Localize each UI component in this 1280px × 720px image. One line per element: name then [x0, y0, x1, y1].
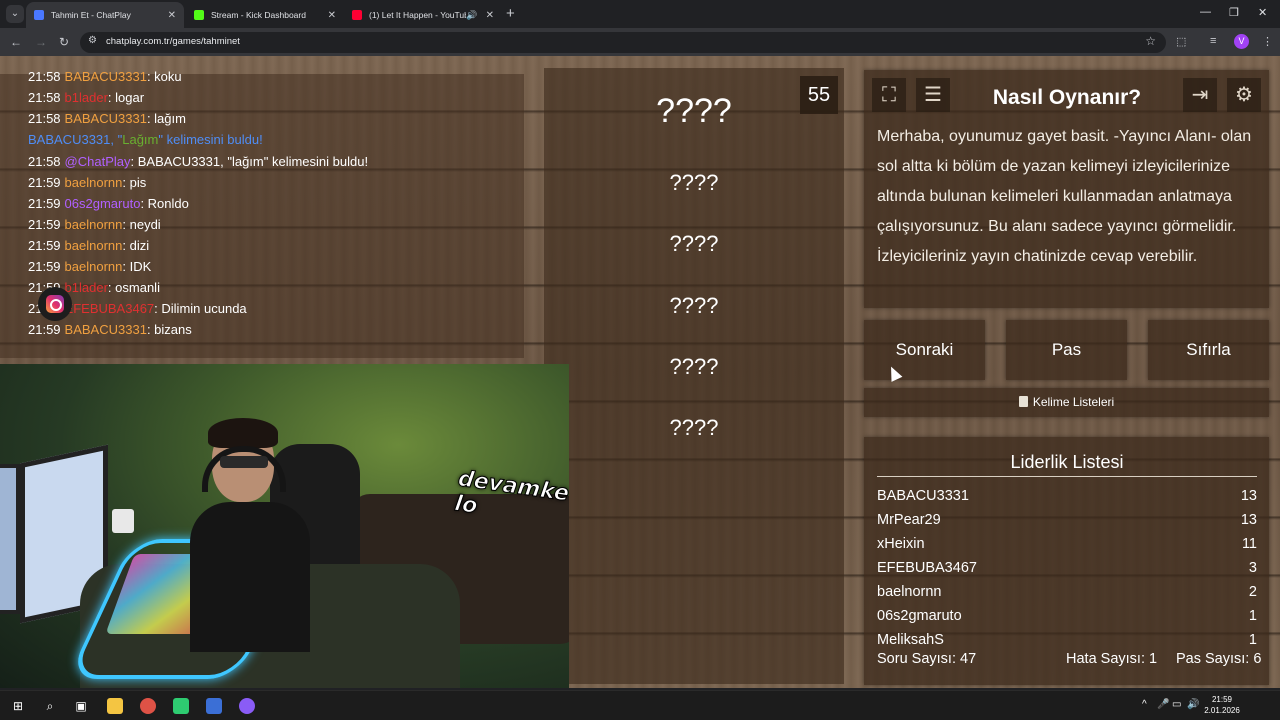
new-tab-button[interactable]: + [506, 5, 515, 22]
network-icon[interactable]: ▭ [1172, 699, 1181, 710]
extensions-icon[interactable]: ⬚ [1176, 35, 1186, 48]
next-button[interactable]: Sonraki [864, 320, 985, 380]
chat-message: 21:59 06s2gmaruto: Ronldo [28, 196, 189, 211]
file-explorer-icon[interactable] [107, 698, 123, 714]
back-icon[interactable]: ← [10, 35, 22, 49]
tab-title: Stream - Kick Dashboard [211, 10, 306, 20]
tray-arrow-icon[interactable]: ^ [1142, 699, 1147, 710]
forward-icon[interactable]: → [35, 35, 47, 49]
taskbar: ⊞ ⌕ ▣ ^ 🎤 ▭ 🔊 21:59 2.01.2026 [0, 690, 1280, 720]
notes-icon[interactable]: ☰ [916, 78, 950, 112]
reload-icon[interactable]: ↻ [59, 35, 69, 49]
task-view-icon[interactable]: ▣ [73, 698, 89, 714]
url-text: chatplay.com.tr/games/tahminet [106, 36, 240, 47]
chrome-icon[interactable] [140, 698, 156, 714]
chat-message: 21:58 @ChatPlay: BABACU3331, "lağım" keli… [28, 154, 369, 169]
webcam-overlay: devamke lo [0, 364, 569, 688]
streamer-image [190, 418, 310, 652]
volume-icon[interactable]: 🔊 [1187, 699, 1199, 710]
restore-icon[interactable]: ❐ [1229, 6, 1239, 19]
chat-message: 21:58 BABACU3331: lağım [28, 111, 186, 126]
close-tab-icon[interactable]: ✕ [168, 10, 176, 21]
tab-strip: ⌄ Tahmin Et - ChatPlay ✕ Stream - Kick D… [0, 0, 1280, 28]
tab-title: Tahmin Et - ChatPlay [51, 10, 131, 20]
tab-youtube[interactable]: (1) Let It Happen - YouTube 🔊 ✕ [344, 2, 502, 28]
leaderboard-row: MeliksahS 1 [877, 632, 1257, 645]
chat-system-message: BABACU3331, "Lağım" kelimesini buldu! [28, 132, 263, 147]
pass-count: Pas Sayısı: 6 [1176, 651, 1262, 667]
chat-message: 21:59 baelnornn: dizi [28, 238, 150, 253]
taboo-word: ???? [669, 170, 719, 195]
cup-image [112, 509, 134, 533]
media-controls-icon[interactable]: ≡ [1210, 35, 1216, 47]
settings-gear-icon[interactable]: ⚙ [1227, 78, 1261, 112]
instagram-icon [38, 287, 72, 321]
kick-favicon-icon [194, 10, 204, 20]
leaderboard-row: xHeixin 11 [877, 536, 1257, 552]
chat-message: 21:59 BABACU3331: bizans [28, 322, 192, 337]
fullscreen-icon[interactable]: ⛶ [872, 78, 906, 112]
close-window-icon[interactable]: ✕ [1258, 6, 1267, 19]
leaderboard-row: EFEBUBA3467 3 [877, 560, 1257, 576]
question-count: Soru Sayısı: 47 [877, 651, 977, 667]
clipboard-icon [1018, 396, 1028, 407]
leaderboard-list: BABACU3331 13 MrPear29 13 xHeixin 11 EFEBUB… [864, 488, 1269, 645]
word-lists-button[interactable]: Kelime Listeleri [864, 388, 1269, 417]
browser-toolbar: ← → ↻ ⚙ chatplay.com.tr/games/tahminet ☆… [0, 28, 1280, 56]
youtube-favicon-icon [352, 10, 362, 20]
profile-avatar[interactable]: V [1234, 34, 1249, 49]
minimize-icon[interactable]: — [1200, 6, 1211, 18]
chatplay-favicon-icon [34, 10, 44, 20]
search-icon[interactable]: ⌕ [42, 698, 58, 714]
audio-playing-icon[interactable]: 🔊 [466, 10, 477, 21]
address-bar[interactable]: ⚙ chatplay.com.tr/games/tahminet ☆ [80, 32, 1166, 53]
monitor-image [0, 464, 20, 614]
taboo-word: ???? [669, 231, 719, 256]
close-tab-icon[interactable]: ✕ [486, 10, 494, 21]
error-count: Hata Sayısı: 1 [1066, 651, 1158, 667]
divider [877, 476, 1257, 477]
app-icon[interactable] [239, 698, 255, 714]
taboo-word: ???? [669, 354, 719, 379]
taboo-word: ???? [669, 415, 719, 440]
pass-button[interactable]: Pas [1006, 320, 1127, 380]
exit-icon[interactable]: ⇥ [1183, 78, 1217, 112]
taboo-word: ???? [669, 293, 719, 318]
tab-kick-dashboard[interactable]: Stream - Kick Dashboard ✕ [186, 2, 344, 28]
microphone-icon[interactable]: 🎤 [1157, 699, 1169, 710]
chat-message: 21:59 baelnornn: pis [28, 175, 147, 190]
leaderboard-row: baelnornn 2 [877, 584, 1257, 600]
taskbar-clock[interactable]: 21:59 2.01.2026 [1202, 694, 1242, 716]
chat-message: 21:59 baelnornn: neydi [28, 217, 161, 232]
chat-message: 21:58 BABACU3331: koku [28, 69, 182, 84]
tab-chatplay[interactable]: Tahmin Et - ChatPlay ✕ [26, 2, 184, 28]
app-icon[interactable] [173, 698, 189, 714]
bookmark-star-icon[interactable]: ☆ [1145, 34, 1156, 48]
howto-title: Nasıl Oynanır? [992, 86, 1142, 109]
tab-title: (1) Let It Happen - YouTube [369, 10, 467, 20]
windows-start-icon[interactable]: ⊞ [10, 698, 26, 714]
chat-message: 21:59 baelnornn: IDK [28, 259, 152, 274]
howto-text: Merhaba, oyunumuz gayet basit. -Yayıncı … [877, 128, 1252, 265]
leaderboard-title: Liderlik Listesi [1010, 452, 1124, 472]
close-tab-icon[interactable]: ✕ [328, 10, 336, 21]
tab-search-button[interactable]: ⌄ [6, 5, 24, 23]
reset-button[interactable]: Sıfırla [1148, 320, 1269, 380]
site-info-icon[interactable]: ⚙ [88, 35, 97, 46]
leaderboard-row: 06s2gmaruto 1 [877, 608, 1257, 624]
leaderboard-row: BABACU3331 13 [877, 488, 1257, 504]
app-icon[interactable] [206, 698, 222, 714]
leaderboard-row: MrPear29 13 [877, 512, 1257, 528]
chat-message: 21:58 b1lader: logar [28, 90, 145, 105]
secret-word: ???? [656, 92, 732, 130]
menu-icon[interactable]: ⋮ [1262, 35, 1273, 48]
